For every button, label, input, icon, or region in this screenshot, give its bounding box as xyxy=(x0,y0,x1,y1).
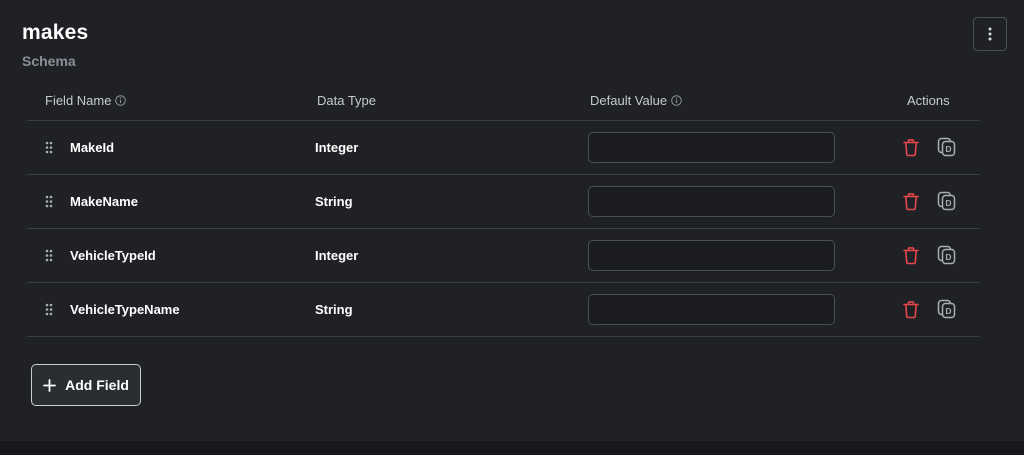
drag-handle-icon[interactable] xyxy=(45,195,53,208)
column-default-value-label: Default Value xyxy=(590,93,668,108)
delete-field-button[interactable] xyxy=(900,244,922,266)
more-options-button[interactable] xyxy=(973,17,1007,51)
delete-field-button[interactable] xyxy=(900,298,922,320)
plus-icon xyxy=(43,378,57,392)
schema-panel: makes Schema Field Name Data Type Defaul… xyxy=(0,0,1024,441)
data-type: String xyxy=(315,302,353,317)
info-icon[interactable] xyxy=(115,95,127,106)
trash-icon xyxy=(903,300,919,318)
data-type: String xyxy=(315,194,353,209)
duplicate-field-button[interactable]: D xyxy=(936,190,958,212)
trash-icon xyxy=(903,192,919,210)
trash-icon xyxy=(903,246,919,264)
duplicate-field-button[interactable]: D xyxy=(936,136,958,158)
add-field-label: Add Field xyxy=(65,377,129,393)
duplicate-icon: D xyxy=(937,191,956,211)
data-type: Integer xyxy=(315,248,359,263)
field-name: VehicleTypeId xyxy=(70,248,156,263)
duplicate-icon: D xyxy=(937,137,956,157)
default-value-input[interactable] xyxy=(588,186,835,217)
table-row: VehicleTypeName String D xyxy=(27,283,980,337)
column-data-type-label: Data Type xyxy=(317,93,377,108)
trash-icon xyxy=(903,138,919,156)
default-value-input[interactable] xyxy=(588,240,835,271)
column-data-type: Data Type xyxy=(317,93,376,108)
column-default-value: Default Value xyxy=(590,93,682,108)
svg-text:D: D xyxy=(945,252,951,262)
duplicate-icon: D xyxy=(937,299,956,319)
drag-handle-icon[interactable] xyxy=(45,303,53,316)
column-actions: Actions xyxy=(907,93,950,108)
drag-handle-icon[interactable] xyxy=(45,141,53,154)
field-name: MakeId xyxy=(70,140,115,155)
duplicate-field-button[interactable]: D xyxy=(936,298,958,320)
column-field-name: Field Name xyxy=(45,93,127,108)
table-header: Field Name Data Type Default Value Actio… xyxy=(27,82,980,121)
page-footer-strip xyxy=(0,441,1024,455)
duplicate-icon: D xyxy=(937,245,956,265)
default-value-input[interactable] xyxy=(588,294,835,325)
svg-text:D: D xyxy=(945,198,951,208)
table-row: MakeId Integer D xyxy=(27,121,980,175)
table-row: MakeName String D xyxy=(27,175,980,229)
column-actions-label: Actions xyxy=(907,93,950,108)
field-name: VehicleTypeName xyxy=(70,302,180,317)
svg-text:D: D xyxy=(945,306,951,316)
drag-handle-icon[interactable] xyxy=(45,249,53,262)
default-value-input[interactable] xyxy=(588,132,835,163)
column-field-name-label: Field Name xyxy=(45,93,112,108)
svg-text:D: D xyxy=(945,144,951,154)
kebab-vertical-icon xyxy=(988,27,992,41)
delete-field-button[interactable] xyxy=(900,190,922,212)
schema-table: Field Name Data Type Default Value Actio… xyxy=(27,82,980,337)
page-subtitle: Schema xyxy=(22,53,76,69)
table-row: VehicleTypeId Integer D xyxy=(27,229,980,283)
duplicate-field-button[interactable]: D xyxy=(936,244,958,266)
page-title: makes xyxy=(22,21,89,44)
field-name: MakeName xyxy=(70,194,138,209)
data-type: Integer xyxy=(315,140,359,155)
info-icon[interactable] xyxy=(671,95,682,106)
add-field-button[interactable]: Add Field xyxy=(31,364,141,406)
delete-field-button[interactable] xyxy=(900,136,922,158)
